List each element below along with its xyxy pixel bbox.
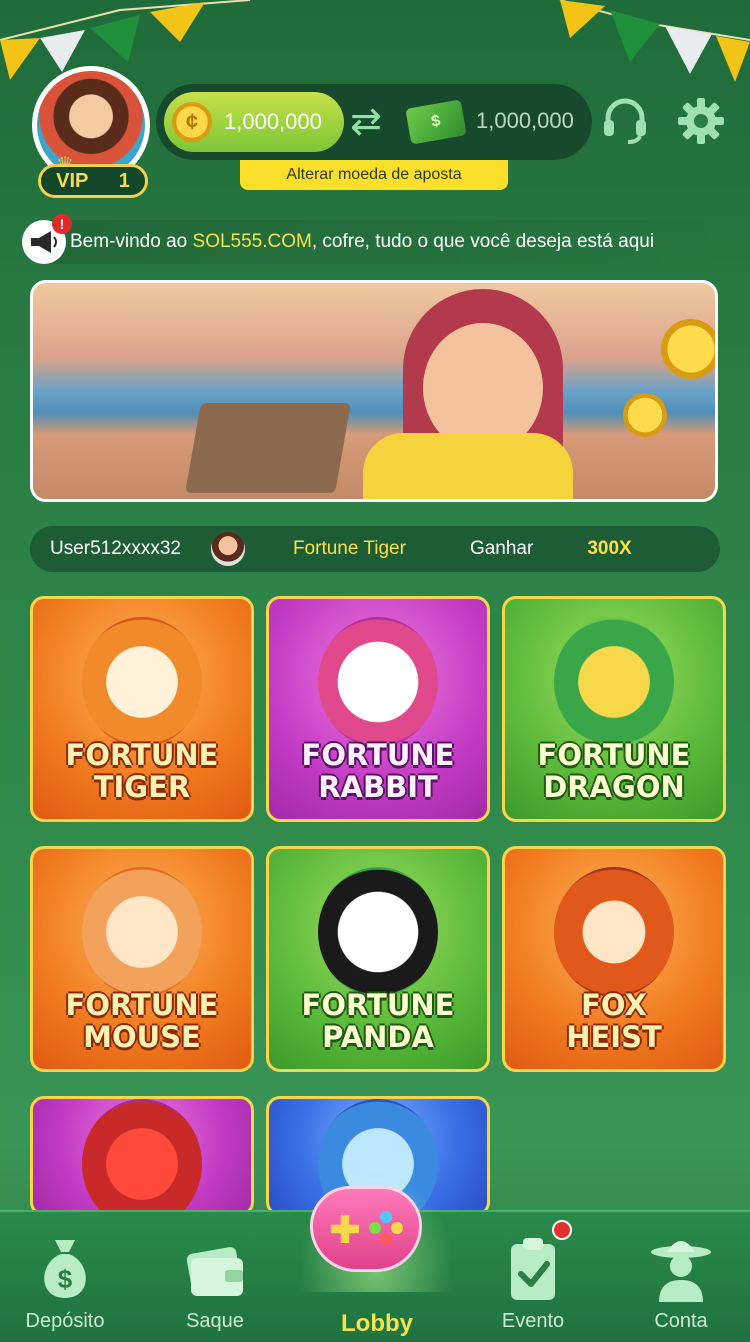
- nav-lobby-label: Lobby: [341, 1310, 413, 1337]
- character-outfit: [363, 433, 573, 499]
- game-title: FORTUNE MOUSE: [65, 988, 219, 1054]
- game-title: FORTUNE TIGER: [65, 738, 219, 804]
- ticker-multiplier: 300X: [587, 538, 632, 559]
- nav-deposit-label: Depósito: [25, 1310, 105, 1332]
- gear-icon[interactable]: [676, 96, 726, 146]
- fox-illustration: [554, 867, 674, 997]
- panda-illustration: [318, 867, 438, 997]
- wallet-icon: [186, 1247, 243, 1296]
- nav-deposit[interactable]: $ Depósito: [0, 1212, 130, 1342]
- nav-withdraw-label: Saque: [186, 1310, 244, 1332]
- sevens-illustration: [82, 1099, 202, 1213]
- nav-account[interactable]: Conta: [616, 1212, 746, 1342]
- change-currency-button[interactable]: Alterar moeda de aposta: [240, 160, 508, 190]
- coin-icon: ¢: [172, 102, 212, 142]
- tiger-illustration: [82, 617, 202, 747]
- coin-balance: 1,000,000: [224, 109, 322, 134]
- ticker-game: Fortune Tiger: [292, 538, 406, 559]
- ticker-avatar: [210, 532, 245, 566]
- megaphone-icon: !: [22, 214, 72, 264]
- ticker-win-label: Ganhar: [469, 538, 534, 559]
- coin-illustration: [661, 319, 715, 379]
- mouse-illustration: [82, 867, 202, 997]
- gamepad-buttons: [369, 1211, 403, 1245]
- dragon-illustration: [554, 617, 674, 747]
- marquee-site: SOL555.COM: [192, 231, 312, 252]
- sombrero-user-icon: [651, 1241, 711, 1302]
- dpad-icon: [331, 1215, 359, 1243]
- header: ♛ VIP 1 ¢ 1,000,000 ⇄ $ 1,000,000 Altera…: [0, 66, 750, 206]
- marquee-prefix: Bem-vindo ao: [70, 231, 193, 252]
- notification-dot: [552, 1220, 572, 1240]
- money-bag-icon: $: [44, 1240, 86, 1298]
- nav-event-label: Evento: [501, 1310, 565, 1332]
- game-tile-fox-heist[interactable]: FOX HEIST: [502, 846, 726, 1072]
- winner-ticker: User512xxxx32 Fortune Tiger Ganhar 300X: [30, 526, 720, 572]
- ticker-user: User512xxxx32: [50, 538, 181, 559]
- avatar-image: [37, 71, 145, 179]
- vip-badge[interactable]: VIP 1: [38, 164, 148, 198]
- cash-balance: 1,000,000: [476, 108, 574, 133]
- game-title: FORTUNE DRAGON: [537, 738, 691, 804]
- gamepad-icon[interactable]: [310, 1186, 422, 1272]
- coin-balance-pill[interactable]: ¢ 1,000,000: [164, 92, 344, 152]
- game-tile-fortune-tiger[interactable]: FORTUNE TIGER: [30, 596, 254, 822]
- game-title: FORTUNE RABBIT: [301, 738, 455, 804]
- game-tile-fortune-dragon[interactable]: FORTUNE DRAGON: [502, 596, 726, 822]
- cash-icon: $: [405, 99, 467, 145]
- clipboard-check-icon: [511, 1238, 555, 1300]
- bottom-navigation: $ Depósito Saque Lobby Evento Conta: [0, 1172, 750, 1342]
- swap-currency-icon[interactable]: ⇄: [350, 100, 382, 144]
- rabbit-illustration: [318, 617, 438, 747]
- game-tile-fortune-mouse[interactable]: FORTUNE MOUSE: [30, 846, 254, 1072]
- game-title: FOX HEIST: [566, 988, 662, 1054]
- marquee-suffix: , cofre, tudo o que você deseja está aqu…: [311, 231, 655, 252]
- vip-level: 1: [118, 169, 130, 192]
- announcement-marquee[interactable]: ! Bem-vindo ao SOL555.COM, cofre, tudo o…: [22, 214, 732, 264]
- coin-illustration: [623, 393, 667, 437]
- balance-bar: ¢ 1,000,000 ⇄ $ 1,000,000: [156, 84, 592, 160]
- nav-withdraw[interactable]: Saque: [150, 1212, 280, 1342]
- game-board-illustration: [185, 403, 351, 493]
- nav-event[interactable]: Evento: [468, 1212, 598, 1342]
- nav-account-label: Conta: [654, 1310, 708, 1332]
- svg-text:$: $: [58, 1264, 73, 1294]
- vip-label: VIP: [56, 169, 89, 192]
- marquee-text: Bem-vindo ao SOL555.COM, cofre, tudo o q…: [70, 231, 654, 253]
- headset-support-icon[interactable]: [600, 96, 650, 146]
- game-title: FORTUNE PANDA: [301, 988, 455, 1054]
- game-tile-fortune-panda[interactable]: FORTUNE PANDA: [266, 846, 490, 1072]
- alert-icon: !: [52, 214, 72, 234]
- game-tile-partial-sevens[interactable]: [30, 1096, 254, 1216]
- game-tile-fortune-rabbit[interactable]: FORTUNE RABBIT: [266, 596, 490, 822]
- promo-banner[interactable]: [30, 280, 718, 502]
